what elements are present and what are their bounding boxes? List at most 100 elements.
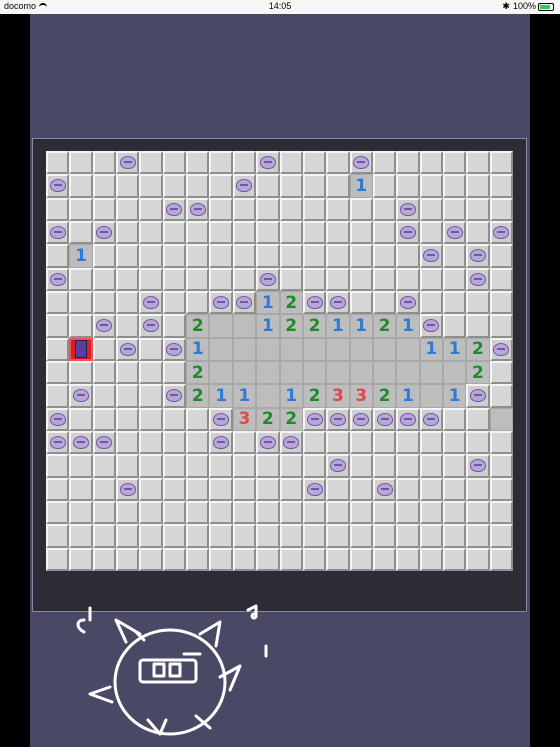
flagged-cell[interactable] (46, 407, 70, 431)
closed-cell[interactable] (139, 337, 163, 361)
closed-cell[interactable] (46, 151, 70, 175)
number-cell[interactable]: 1 (69, 244, 93, 268)
revealed-cell[interactable] (326, 337, 350, 361)
closed-cell[interactable] (92, 454, 117, 478)
closed-cell[interactable] (46, 501, 70, 525)
flagged-cell[interactable] (46, 431, 70, 455)
closed-cell[interactable] (139, 197, 163, 221)
closed-cell[interactable] (489, 501, 513, 525)
closed-cell[interactable] (92, 151, 117, 175)
closed-cell[interactable] (442, 524, 467, 548)
closed-cell[interactable] (489, 454, 513, 478)
revealed-cell[interactable] (419, 361, 443, 385)
flagged-cell[interactable] (116, 151, 140, 175)
closed-cell[interactable] (92, 407, 117, 431)
closed-cell[interactable] (92, 477, 117, 501)
closed-cell[interactable] (92, 291, 117, 315)
closed-cell[interactable] (302, 547, 327, 571)
revealed-cell[interactable] (232, 361, 257, 385)
revealed-cell[interactable] (209, 337, 233, 361)
number-cell[interactable]: 2 (466, 361, 490, 385)
closed-cell[interactable] (372, 501, 397, 525)
closed-cell[interactable] (489, 244, 513, 268)
closed-cell[interactable] (69, 151, 93, 175)
revealed-cell[interactable] (209, 314, 233, 338)
closed-cell[interactable] (396, 501, 420, 525)
closed-cell[interactable] (302, 197, 327, 221)
closed-cell[interactable] (186, 407, 210, 431)
closed-cell[interactable] (232, 501, 257, 525)
closed-cell[interactable] (69, 524, 93, 548)
number-cell[interactable]: 3 (232, 407, 257, 431)
flagged-cell[interactable] (349, 407, 373, 431)
closed-cell[interactable] (489, 291, 513, 315)
closed-cell[interactable] (442, 314, 467, 338)
closed-cell[interactable] (69, 454, 93, 478)
flagged-cell[interactable] (466, 267, 490, 291)
closed-cell[interactable] (186, 547, 210, 571)
number-cell[interactable]: 3 (349, 384, 373, 408)
flagged-cell[interactable] (302, 291, 327, 315)
number-cell[interactable]: 2 (302, 314, 327, 338)
revealed-cell[interactable] (256, 361, 280, 385)
closed-cell[interactable] (69, 197, 93, 221)
number-cell[interactable]: 2 (302, 384, 327, 408)
closed-cell[interactable] (326, 501, 350, 525)
flagged-cell[interactable] (279, 431, 303, 455)
closed-cell[interactable] (442, 407, 467, 431)
closed-cell[interactable] (256, 477, 280, 501)
closed-cell[interactable] (466, 501, 490, 525)
closed-cell[interactable] (232, 454, 257, 478)
flagged-cell[interactable] (162, 197, 187, 221)
closed-cell[interactable] (92, 267, 117, 291)
closed-cell[interactable] (116, 221, 140, 245)
revealed-cell[interactable] (232, 337, 257, 361)
number-cell[interactable]: 1 (326, 314, 350, 338)
flagged-cell[interactable] (256, 267, 280, 291)
closed-cell[interactable] (116, 291, 140, 315)
closed-cell[interactable] (186, 454, 210, 478)
closed-cell[interactable] (186, 221, 210, 245)
number-cell[interactable]: 2 (372, 314, 397, 338)
closed-cell[interactable] (139, 431, 163, 455)
number-cell[interactable]: 1 (186, 337, 210, 361)
closed-cell[interactable] (419, 151, 443, 175)
closed-cell[interactable] (326, 174, 350, 198)
flagged-cell[interactable] (372, 407, 397, 431)
closed-cell[interactable] (232, 524, 257, 548)
closed-cell[interactable] (302, 267, 327, 291)
closed-cell[interactable] (139, 524, 163, 548)
closed-cell[interactable] (139, 384, 163, 408)
closed-cell[interactable] (92, 524, 117, 548)
flagged-cell[interactable] (326, 407, 350, 431)
closed-cell[interactable] (489, 431, 513, 455)
revealed-cell[interactable] (396, 361, 420, 385)
closed-cell[interactable] (372, 244, 397, 268)
closed-cell[interactable] (279, 524, 303, 548)
closed-cell[interactable] (162, 547, 187, 571)
closed-cell[interactable] (372, 547, 397, 571)
number-cell[interactable]: 2 (279, 314, 303, 338)
flagged-cell[interactable] (372, 477, 397, 501)
closed-cell[interactable] (162, 361, 187, 385)
closed-cell[interactable] (232, 267, 257, 291)
closed-cell[interactable] (116, 454, 140, 478)
closed-cell[interactable] (46, 524, 70, 548)
flagged-cell[interactable] (162, 337, 187, 361)
closed-cell[interactable] (232, 244, 257, 268)
flagged-cell[interactable] (232, 174, 257, 198)
flagged-cell[interactable] (209, 431, 233, 455)
flagged-cell[interactable] (302, 477, 327, 501)
closed-cell[interactable] (396, 174, 420, 198)
closed-cell[interactable] (372, 524, 397, 548)
closed-cell[interactable] (419, 501, 443, 525)
revealed-cell[interactable] (396, 337, 420, 361)
closed-cell[interactable] (419, 431, 443, 455)
closed-cell[interactable] (349, 547, 373, 571)
revealed-cell[interactable] (442, 361, 467, 385)
closed-cell[interactable] (419, 267, 443, 291)
number-cell[interactable]: 2 (279, 407, 303, 431)
revealed-cell[interactable] (489, 407, 513, 431)
closed-cell[interactable] (349, 267, 373, 291)
closed-cell[interactable] (69, 547, 93, 571)
